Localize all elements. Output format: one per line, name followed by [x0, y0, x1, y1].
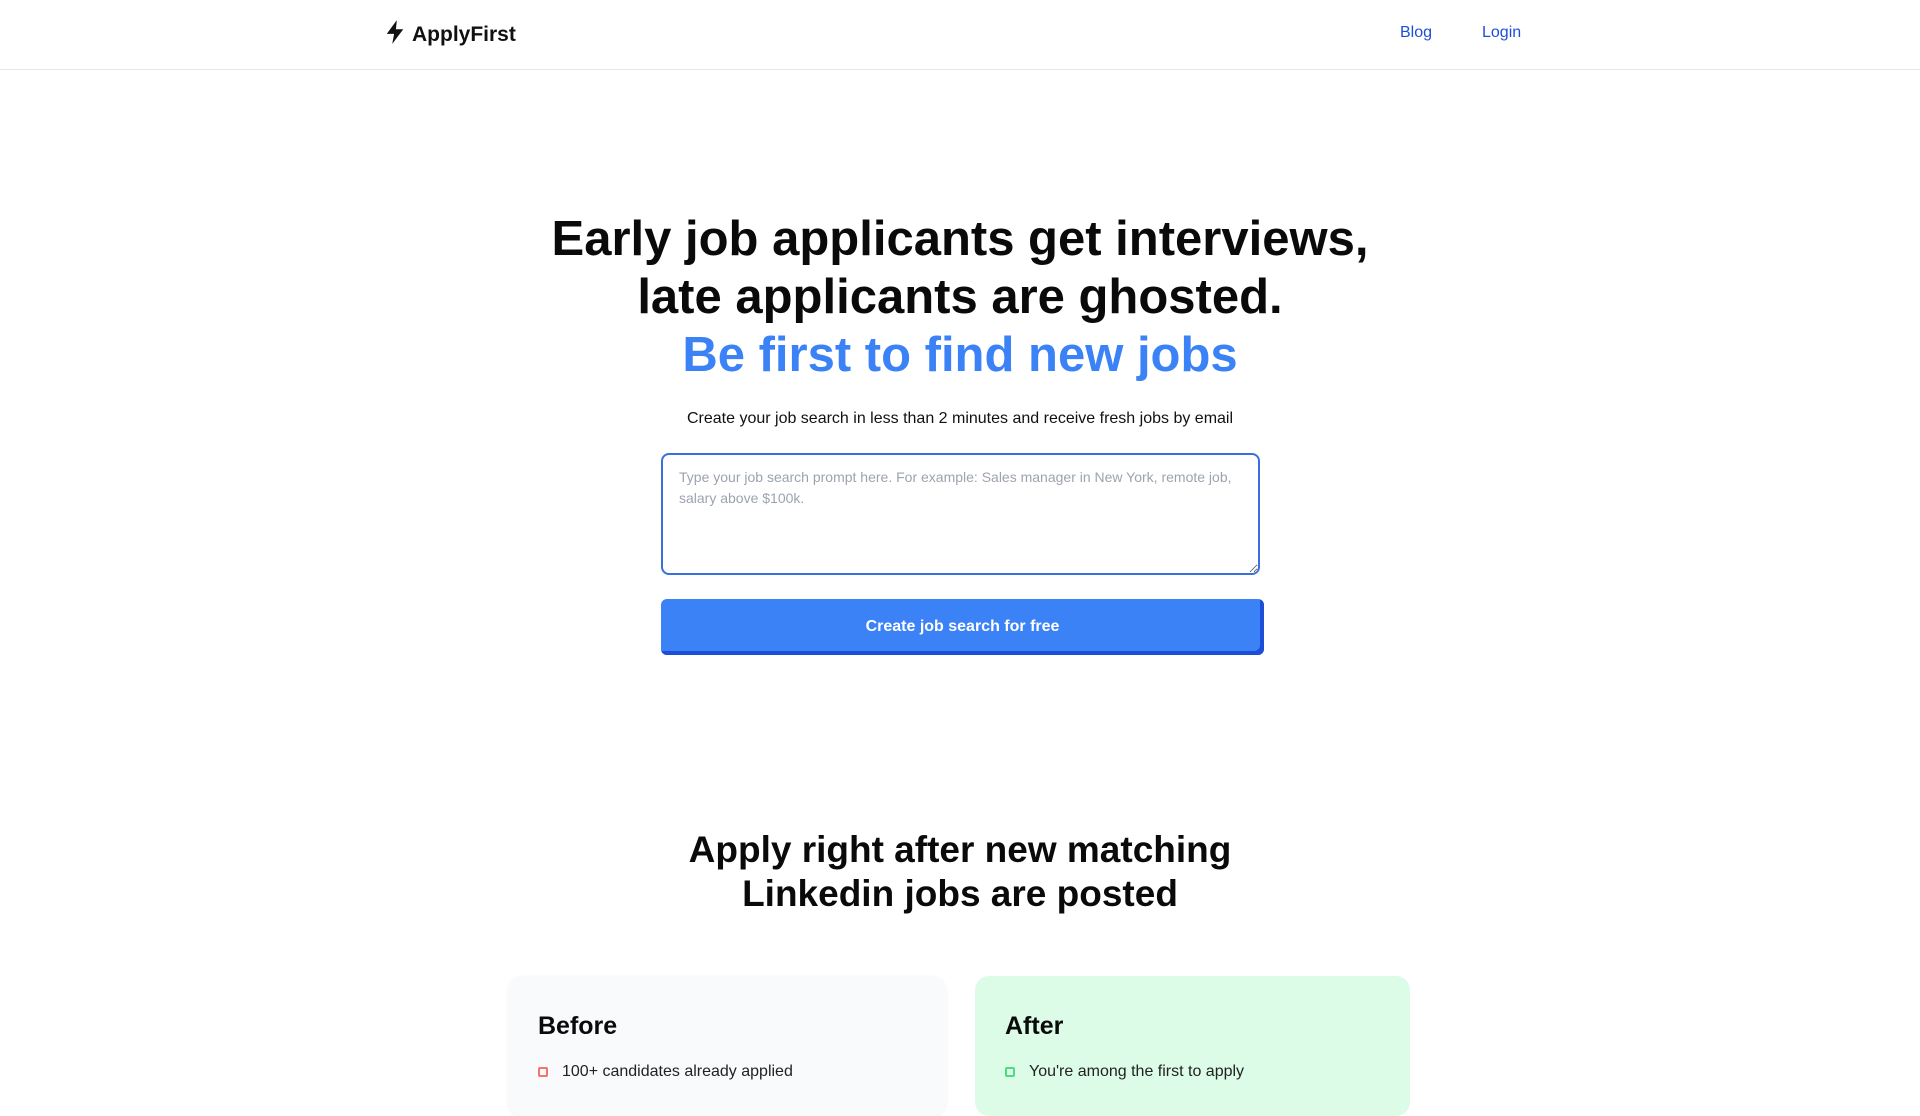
brand-name: ApplyFirst — [412, 23, 516, 46]
before-list-item-label: 100+ candidates already applied — [562, 1063, 793, 1080]
check-icon — [1005, 1067, 1015, 1077]
brand-logo[interactable]: ApplyFirst — [384, 20, 516, 50]
after-card: After You're among the first to apply — [975, 976, 1410, 1116]
lightning-bolt-icon — [384, 19, 406, 51]
hero-title-line-1: Early job applicants get interviews, — [551, 212, 1369, 266]
top-header: ApplyFirst Blog Login — [0, 0, 1920, 70]
section-title-line-1: Apply right after new matching — [688, 829, 1232, 870]
hero-subtitle: Create your job search in less than 2 mi… — [686, 410, 1234, 427]
after-list-item: You're among the first to apply — [1005, 1063, 1380, 1081]
before-card: Before 100+ candidates already applied — [508, 976, 946, 1116]
cross-icon — [538, 1067, 548, 1077]
after-list-item-label: You're among the first to apply — [1029, 1063, 1245, 1080]
before-card-title: Before — [538, 1012, 618, 1040]
hero-title: Early job applicants get interviews, lat… — [0, 210, 1920, 384]
hero-title-line-2: late applicants are ghosted. — [637, 270, 1283, 324]
section-title-line-2: Linkedin jobs are posted — [742, 873, 1178, 914]
section-title: Apply right after new matching Linkedin … — [0, 828, 1920, 916]
before-list-item: 100+ candidates already applied — [538, 1063, 916, 1081]
hero-title-accent: Be first to find new jobs — [682, 328, 1238, 382]
nav-blog-link[interactable]: Blog — [1400, 24, 1432, 42]
after-card-title: After — [1005, 1012, 1064, 1040]
nav-login-link[interactable]: Login — [1482, 24, 1521, 42]
job-search-prompt-input[interactable] — [661, 453, 1260, 575]
create-job-search-button[interactable]: Create job search for free — [661, 599, 1264, 655]
